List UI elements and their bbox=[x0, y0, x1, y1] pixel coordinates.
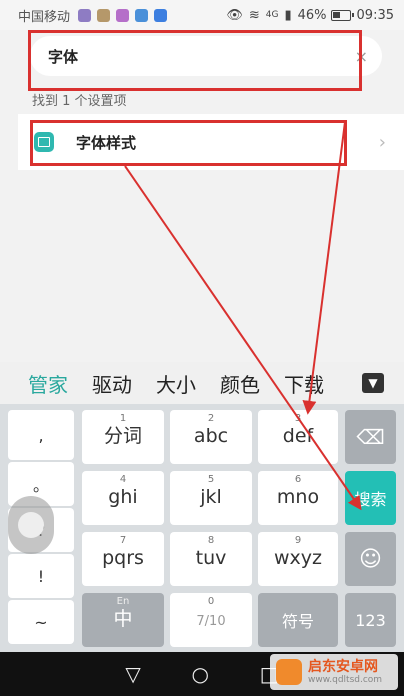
wifi-icon: ≋ bbox=[248, 7, 260, 23]
key-wxyz[interactable]: 9 wxyz bbox=[258, 532, 338, 586]
candidate-word[interactable]: 驱动 bbox=[92, 369, 132, 398]
backspace-key[interactable]: ⌫ bbox=[345, 410, 396, 464]
symbols-key[interactable]: 符号 bbox=[258, 593, 338, 647]
candidate-word[interactable]: 下载 bbox=[284, 369, 324, 398]
language-switch-key[interactable]: En 中 bbox=[82, 593, 164, 647]
candidate-word[interactable]: 管家 bbox=[28, 369, 68, 398]
home-icon[interactable]: ○ bbox=[192, 662, 209, 686]
battery-icon bbox=[330, 9, 354, 21]
key-mno[interactable]: 6 mno bbox=[258, 471, 338, 525]
watermark-logo-icon bbox=[276, 659, 302, 685]
search-value: 字体 bbox=[48, 47, 79, 66]
clear-icon[interactable]: × bbox=[355, 47, 368, 66]
watermark-title: 启东安卓网 bbox=[308, 658, 378, 675]
key-jkl[interactable]: 5 jkl bbox=[170, 471, 252, 525]
ime-candidate-bar: 管家 驱动 大小 颜色 下载 ▼ bbox=[0, 362, 404, 404]
space-counter: 7/10 bbox=[196, 614, 226, 629]
candidate-word[interactable]: 大小 bbox=[156, 369, 196, 398]
key-tuv[interactable]: 8 tuv bbox=[170, 532, 252, 586]
back-icon[interactable]: ▽ bbox=[125, 662, 140, 686]
chevron-right-icon: › bbox=[378, 131, 386, 153]
result-item-label: 字体样式 bbox=[76, 133, 137, 152]
watermark: 启东安卓网 www.qdltsd.com bbox=[270, 654, 398, 690]
signal-icon: ▮ bbox=[284, 7, 292, 23]
eye-icon: 👁 bbox=[226, 7, 243, 23]
keyboard-float-handle[interactable] bbox=[8, 496, 54, 554]
key-tilde[interactable]: ~ bbox=[8, 600, 74, 644]
key-exclamation[interactable]: ! bbox=[8, 554, 74, 598]
search-input[interactable]: 字体 × bbox=[30, 36, 382, 76]
status-bar: 中国移动 👁 ≋ 4G ▮ 46% 09:35 bbox=[0, 0, 404, 30]
ime-keyboard: , 。 ? ! ~ 1 分词 2 abc 3 def ⌫ 4 ghi 5 jkl… bbox=[0, 404, 404, 652]
key-def[interactable]: 3 def bbox=[258, 410, 338, 464]
search-area: 字体 × bbox=[0, 30, 404, 86]
network-type-label: 4G bbox=[265, 10, 279, 20]
candidate-word[interactable]: 颜色 bbox=[220, 369, 260, 398]
notification-app-icon bbox=[135, 8, 149, 22]
carrier-label: 中国移动 bbox=[18, 9, 71, 25]
expand-candidates-icon[interactable]: ▼ bbox=[362, 373, 384, 393]
key-segment[interactable]: 1 分词 bbox=[82, 410, 164, 464]
notification-app-icon bbox=[97, 8, 111, 22]
search-key[interactable]: 搜索 bbox=[345, 471, 396, 525]
font-settings-icon bbox=[34, 132, 54, 152]
key-ghi[interactable]: 4 ghi bbox=[82, 471, 164, 525]
space-key[interactable]: 0 7/10 bbox=[170, 593, 252, 647]
key-comma[interactable]: , bbox=[8, 410, 74, 460]
battery-percent: 46% bbox=[297, 7, 327, 23]
numbers-key[interactable]: 123 bbox=[345, 593, 396, 647]
emoji-key[interactable]: ☺ bbox=[345, 532, 396, 586]
notification-app-icon bbox=[154, 8, 168, 22]
watermark-url: www.qdltsd.com bbox=[308, 674, 383, 685]
clock: 09:35 bbox=[356, 7, 394, 23]
key-abc[interactable]: 2 abc bbox=[170, 410, 252, 464]
notification-app-icon bbox=[78, 8, 92, 22]
key-pqrs[interactable]: 7 pqrs bbox=[82, 532, 164, 586]
notification-app-icon bbox=[116, 8, 130, 22]
result-count: 找到 1 个设置项 bbox=[32, 94, 127, 109]
result-item-font-style[interactable]: 字体样式 › bbox=[18, 114, 404, 170]
